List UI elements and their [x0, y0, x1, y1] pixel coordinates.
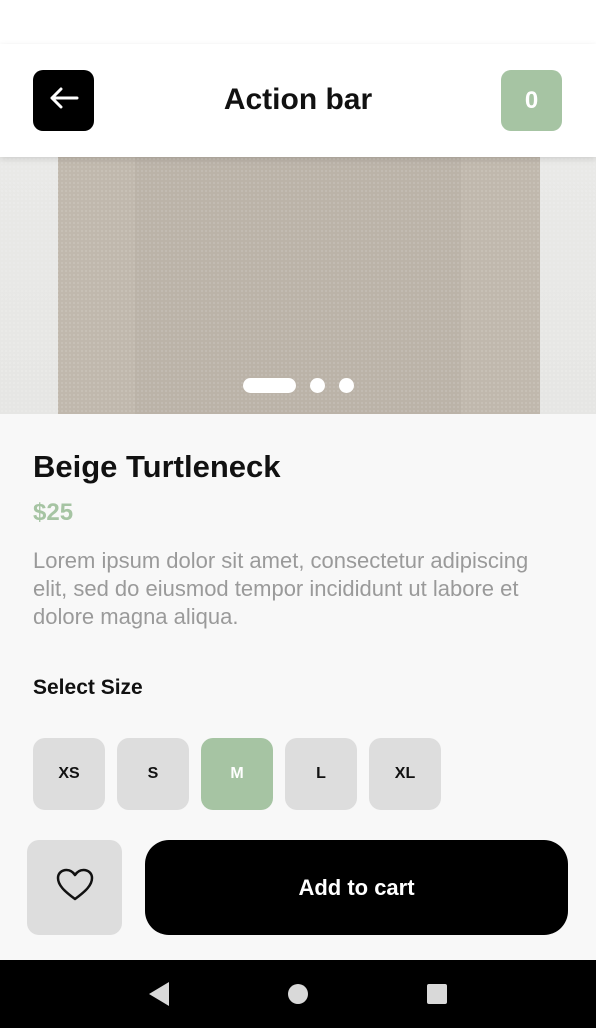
add-to-cart-button[interactable]: Add to cart	[145, 840, 568, 935]
size-selector: XS S M L XL	[33, 738, 441, 810]
carousel-indicator	[0, 378, 596, 393]
product-price: $25	[33, 499, 74, 526]
product-description: Lorem ipsum dolor sit amet, consectetur …	[33, 548, 529, 629]
triangle-back-icon[interactable]	[139, 974, 179, 1014]
square-recents-icon[interactable]	[417, 974, 457, 1014]
size-option-xl[interactable]: XL	[369, 738, 441, 810]
product-image-carousel[interactable]	[0, 157, 596, 414]
carousel-dot[interactable]	[309, 378, 325, 393]
size-option-xs[interactable]: XS	[33, 738, 105, 810]
carousel-dot-active[interactable]	[242, 378, 296, 393]
cart-count-badge[interactable]: 0	[501, 70, 562, 131]
heart-outline-icon	[56, 868, 94, 907]
action-bar: Action bar 0	[0, 44, 596, 157]
product-name: Beige Turtleneck	[33, 449, 281, 484]
circle-home-icon[interactable]	[278, 974, 318, 1014]
carousel-dot[interactable]	[338, 378, 354, 393]
size-option-m[interactable]: M	[201, 738, 273, 810]
system-navigation-bar	[0, 960, 596, 1028]
select-size-label: Select Size	[33, 676, 143, 699]
size-option-s[interactable]: S	[117, 738, 189, 810]
size-option-l[interactable]: L	[285, 738, 357, 810]
status-bar	[0, 0, 596, 44]
favorite-button[interactable]	[27, 840, 122, 935]
